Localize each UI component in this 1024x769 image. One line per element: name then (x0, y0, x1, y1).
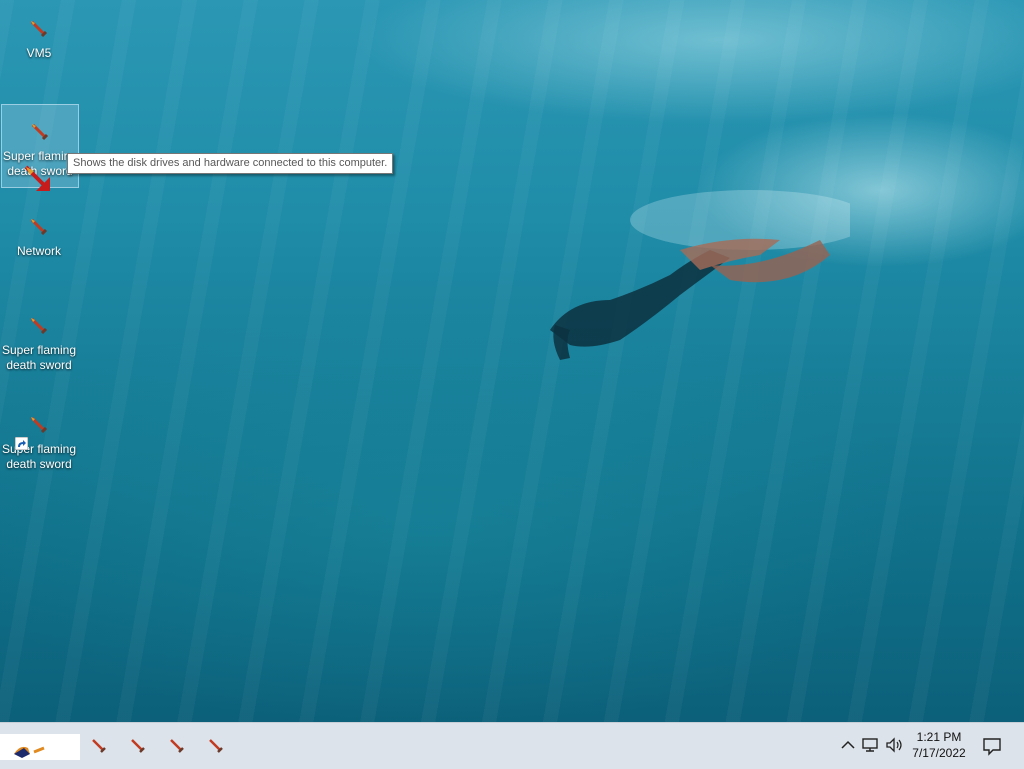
sword-icon (30, 416, 48, 434)
sword-icon (30, 317, 48, 335)
sword-icon[interactable] (127, 735, 149, 757)
notification-icon[interactable] (980, 734, 1004, 758)
desktop-icon-label: VM5 (26, 46, 52, 60)
desktop-icon-label: Super flaming death sword (1, 343, 77, 372)
taskbar: 1:21 PM 7/17/2022 (0, 722, 1024, 769)
tooltip: Shows the disk drives and hardware conne… (67, 153, 394, 174)
start-logo-icon (14, 746, 45, 758)
network-icon[interactable] (861, 735, 881, 755)
clock-date: 7/17/2022 (912, 746, 966, 760)
clock-time: 1:21 PM (916, 730, 962, 744)
desktop[interactable]: VM5 Super flaming death sword Network Su… (0, 0, 1024, 722)
clock[interactable]: 1:21 PM 7/17/2022 (900, 729, 978, 761)
start-button[interactable] (0, 734, 80, 760)
sword-icon[interactable] (88, 735, 110, 757)
desktop-icon-label: Super flaming death sword (1, 442, 77, 471)
cursor-icon (24, 165, 50, 191)
desktop-icon-sword-shortcut[interactable]: Super flaming death sword (1, 398, 77, 488)
desktop-icon-label: Network (16, 244, 61, 258)
diver-image (550, 190, 850, 360)
shortcut-arrow-icon (15, 437, 28, 450)
sword-icon[interactable] (166, 735, 188, 757)
sword-icon (31, 123, 49, 141)
sword-icon (30, 20, 48, 38)
desktop-icon-network[interactable]: Network (1, 200, 77, 280)
desktop-icon-sword-2[interactable]: Super flaming death sword (1, 299, 77, 389)
sword-icon (30, 218, 48, 236)
sun-rays (0, 0, 1024, 722)
chevron-up-icon[interactable] (838, 735, 858, 755)
desktop-icon-vm5[interactable]: VM5 (1, 2, 77, 82)
sword-icon[interactable] (205, 735, 227, 757)
